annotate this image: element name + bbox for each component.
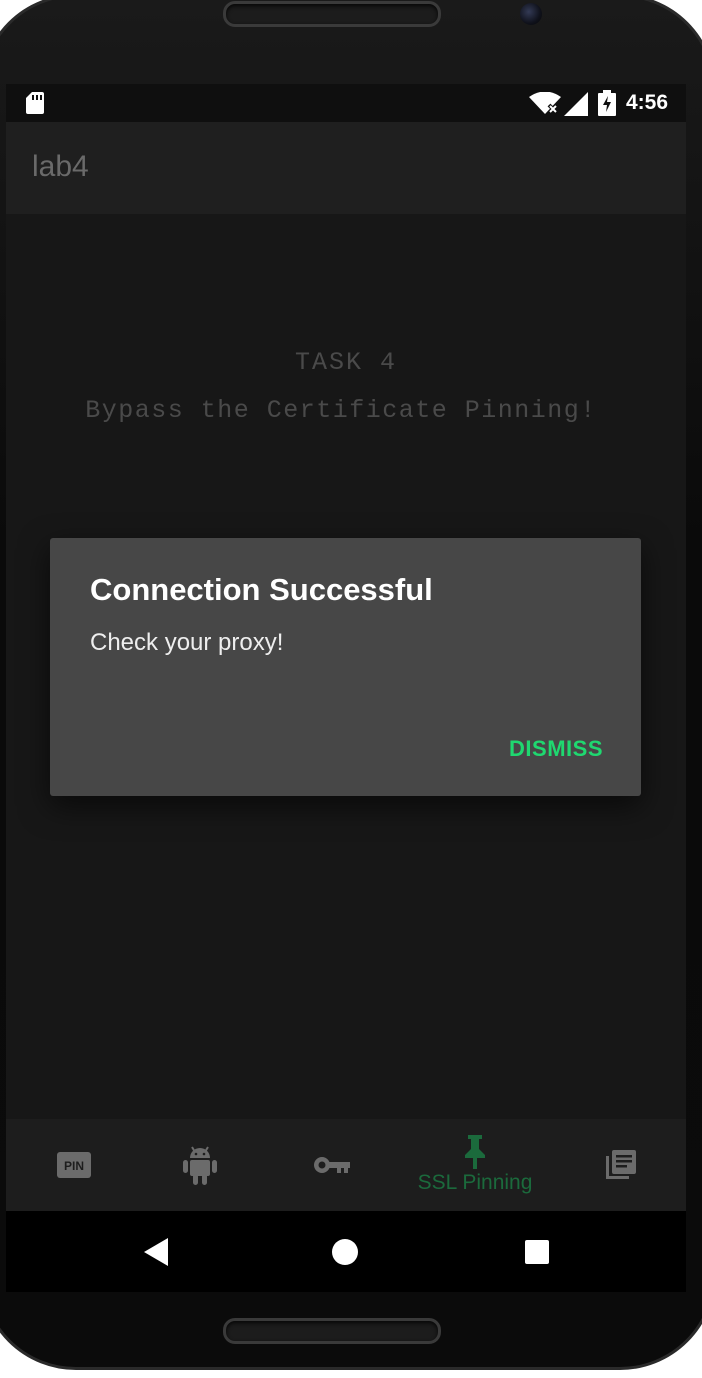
task-title: TASK 4 <box>294 348 397 377</box>
top-speaker <box>223 1 441 27</box>
nav-item-android[interactable] <box>132 1119 268 1211</box>
app-title: lab4 <box>32 150 89 183</box>
nav-item-library[interactable] <box>552 1119 686 1211</box>
wifi-icon <box>529 92 561 115</box>
system-navigation-bar <box>6 1211 686 1292</box>
bottom-navigation: PIN SSL Pinning <box>6 1119 686 1211</box>
back-icon[interactable] <box>144 1238 168 1266</box>
dialog-message: Check your proxy! <box>90 629 284 656</box>
recents-icon[interactable] <box>525 1240 549 1264</box>
nav-item-pin[interactable]: PIN <box>6 1119 142 1211</box>
nav-item-ssl-pinning[interactable]: SSL Pinning <box>407 1119 543 1211</box>
library-books-icon <box>606 1150 636 1179</box>
push-pin-icon <box>465 1135 485 1169</box>
dialog-title: Connection Successful <box>90 572 433 607</box>
svg-text:PIN: PIN <box>64 1159 84 1173</box>
nav-label-ssl-pinning: SSL Pinning <box>417 1171 533 1194</box>
sd-card-icon <box>26 92 44 114</box>
signal-icon <box>564 92 588 116</box>
dismiss-button[interactable]: DISMISS <box>509 736 603 762</box>
front-camera <box>520 3 542 25</box>
device-screen: 4:56 lab4 TASK 4 Bypass the Certificate … <box>6 84 686 1292</box>
nav-item-key[interactable] <box>264 1119 400 1211</box>
clock: 4:56 <box>626 91 669 114</box>
battery-charging-icon <box>598 90 616 116</box>
status-bar: 4:56 <box>6 84 686 122</box>
home-icon[interactable] <box>332 1239 358 1265</box>
key-icon <box>314 1157 350 1173</box>
task-subtitle: Bypass the Certificate Pinning! <box>85 396 597 425</box>
alert-dialog: Connection Successful Check your proxy! … <box>50 538 641 796</box>
app-bar: lab4 <box>6 122 686 214</box>
android-icon <box>183 1146 217 1185</box>
bottom-speaker <box>223 1318 441 1344</box>
pin-icon: PIN <box>57 1152 91 1178</box>
